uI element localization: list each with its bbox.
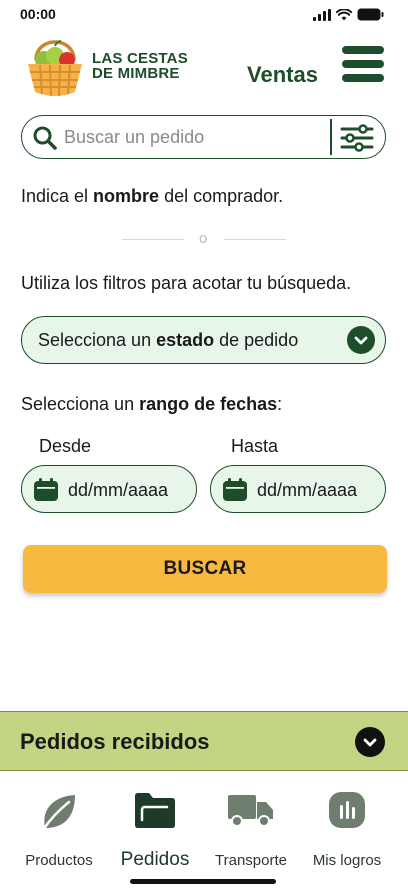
- chevron-down-icon: [363, 738, 377, 747]
- status-bar: 00:00: [0, 0, 408, 30]
- nav-label: Productos: [25, 852, 93, 869]
- or-label: o: [199, 230, 208, 247]
- hamburger-icon-bar: [342, 60, 384, 68]
- hint-bold: nombre: [93, 186, 160, 206]
- search-divider: [330, 119, 332, 155]
- filters-hint: Utiliza los filtros para acotar tu búsqu…: [21, 273, 352, 293]
- leaf-icon: [41, 795, 75, 832]
- hint-text: :: [277, 394, 283, 414]
- search-icon: [33, 126, 57, 150]
- date-range-hint: Selecciona un rango de fechas:: [21, 394, 282, 415]
- brand-name: LAS CESTAS DE MIMBRE: [92, 51, 188, 81]
- from-date-input[interactable]: [68, 479, 194, 501]
- calendar-icon: [223, 478, 247, 501]
- hamburger-icon-bar: [342, 46, 384, 54]
- hint-text: del comprador.: [159, 186, 284, 206]
- received-orders-title: Pedidos recibidos: [20, 729, 210, 754]
- nav-item-mis-logros[interactable]: Mis logros: [297, 786, 397, 869]
- search-bar: [21, 115, 386, 159]
- bar-chart-icon: [329, 792, 365, 828]
- folder-icon: [135, 793, 175, 828]
- calendar-icon: [34, 478, 58, 501]
- status-time: 00:00: [20, 6, 56, 22]
- home-indicator: [130, 879, 276, 884]
- select-bold: estado: [156, 330, 215, 350]
- order-status-label: Selecciona un estado de pedido: [38, 330, 298, 351]
- page-title: Ventas: [247, 62, 318, 87]
- search-input[interactable]: [64, 124, 344, 150]
- wifi-icon: [336, 8, 352, 20]
- brand-logo: LAS CESTAS DE MIMBRE: [24, 34, 188, 98]
- divider-line: [224, 239, 286, 240]
- select-text: de pedido: [214, 330, 299, 350]
- signal-icon: [313, 8, 331, 21]
- nav-item-pedidos[interactable]: Pedidos: [105, 786, 205, 870]
- menu-button[interactable]: [342, 46, 384, 84]
- buyer-name-hint: Indica el nombre del comprador.: [21, 186, 283, 207]
- nav-label: Mis logros: [312, 852, 382, 869]
- select-text: Selecciona un: [38, 330, 157, 350]
- hint-text: Selecciona un: [21, 394, 140, 414]
- brand-name-line2: DE MIMBRE: [92, 65, 180, 82]
- expand-button[interactable]: [355, 727, 385, 757]
- filter-sliders-icon[interactable]: [340, 124, 374, 152]
- battery-icon: [357, 8, 384, 21]
- hint-bold: rango de fechas: [139, 394, 278, 414]
- hint-text: Indica el: [21, 186, 94, 206]
- brand-name-line1: LAS CESTAS: [92, 50, 188, 67]
- to-date-field[interactable]: [210, 465, 386, 513]
- search-button[interactable]: BUSCAR: [23, 545, 387, 593]
- app-header: LAS CESTAS DE MIMBRE Ventas: [0, 30, 408, 106]
- bottom-nav: Productos Pedidos Transporte Mis logros: [0, 772, 408, 888]
- hamburger-icon-bar: [342, 74, 384, 82]
- basket-logo-icon: [28, 40, 82, 97]
- to-date-input[interactable]: [257, 479, 383, 501]
- nav-item-productos[interactable]: Productos: [9, 786, 109, 869]
- nav-label: Transporte: [215, 852, 287, 869]
- divider-line: [122, 239, 184, 240]
- nav-item-transporte[interactable]: Transporte: [201, 786, 301, 869]
- truck-icon: [228, 795, 273, 827]
- order-status-select[interactable]: Selecciona un estado de pedido: [21, 316, 386, 364]
- nav-label-active: Pedidos: [120, 849, 190, 870]
- received-orders-panel[interactable]: Pedidos recibidos: [0, 711, 408, 771]
- or-separator: o: [122, 230, 286, 250]
- status-icons: [313, 8, 384, 21]
- from-date-field[interactable]: [21, 465, 197, 513]
- from-date-label: Desde: [39, 436, 92, 456]
- chevron-down-icon: [354, 336, 368, 345]
- dropdown-button[interactable]: [347, 326, 375, 354]
- to-date-label: Hasta: [231, 436, 279, 456]
